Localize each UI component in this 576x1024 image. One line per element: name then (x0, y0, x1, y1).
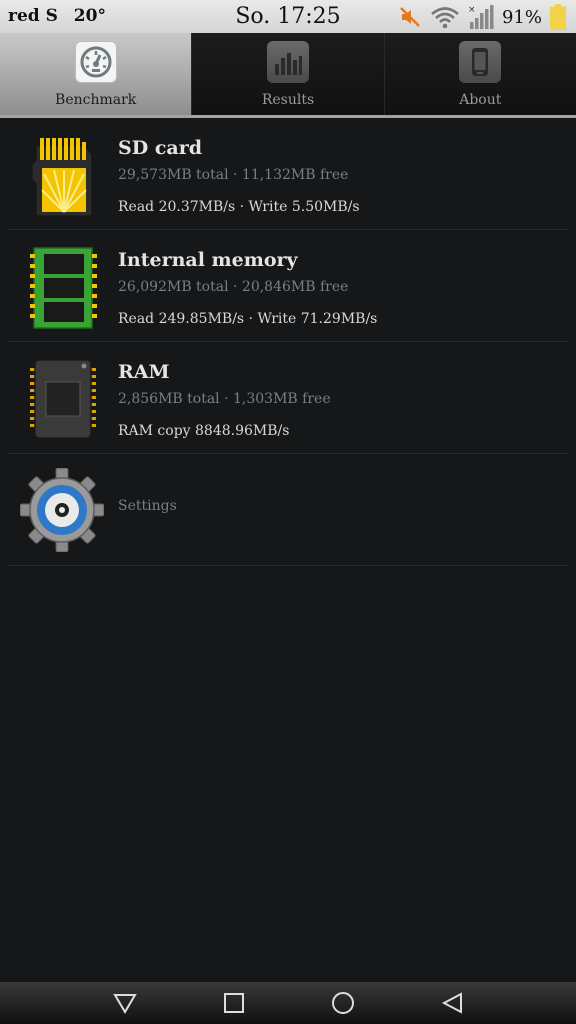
speedometer-icon (74, 41, 117, 83)
item-title: RAM (118, 361, 170, 383)
status-bar: red S 20° So. 17:25 × 91% (0, 0, 576, 33)
back-icon[interactable] (432, 983, 472, 1023)
wifi-icon (431, 7, 459, 29)
benchmark-list: SD card 29,573MB total · 11,132MB free R… (0, 118, 576, 566)
bar-chart-icon (266, 41, 309, 83)
item-title: Internal memory (118, 249, 298, 271)
notifications-down-icon[interactable] (105, 983, 145, 1023)
sd-card-icon (28, 134, 100, 218)
settings-label: Settings (118, 498, 177, 514)
tab-benchmark[interactable]: Benchmark (0, 33, 193, 115)
tab-bar: Benchmark Results About (0, 33, 576, 115)
svg-text:×: × (468, 5, 476, 15)
navigation-bar (0, 982, 576, 1024)
tab-label: Benchmark (55, 92, 137, 108)
tab-label: About (459, 92, 502, 108)
memory-chip-icon (28, 246, 100, 330)
item-stats: Read 20.37MB/s · Write 5.50MB/s (118, 199, 360, 215)
tab-about[interactable]: About (384, 33, 576, 115)
item-subtitle: 2,856MB total · 1,303MB free (118, 391, 331, 407)
battery-icon (550, 4, 566, 30)
recent-apps-icon[interactable] (214, 983, 254, 1023)
tab-results[interactable]: Results (192, 33, 385, 115)
item-stats: RAM copy 8848.96MB/s (118, 423, 290, 439)
item-title: SD card (118, 137, 202, 159)
phone-icon (459, 41, 502, 83)
list-item-ram[interactable]: RAM 2,856MB total · 1,303MB free RAM cop… (8, 342, 568, 454)
list-item-sd-card[interactable]: SD card 29,573MB total · 11,132MB free R… (8, 118, 568, 230)
list-item-internal-memory[interactable]: Internal memory 26,092MB total · 20,846M… (8, 230, 568, 342)
ram-chip-icon (28, 358, 100, 442)
status-icons: × 91% (398, 4, 566, 30)
muted-speaker-icon (400, 7, 420, 27)
item-subtitle: 26,092MB total · 20,846MB free (118, 279, 349, 295)
list-item-settings[interactable]: Settings (8, 454, 568, 566)
signal-icon: × (468, 5, 494, 29)
item-stats: Read 249.85MB/s · Write 71.29MB/s (118, 311, 378, 327)
battery-percent: 91% (501, 6, 542, 28)
item-subtitle: 29,573MB total · 11,132MB free (118, 167, 349, 183)
home-icon[interactable] (323, 983, 363, 1023)
tab-label: Results (261, 92, 315, 108)
gear-icon (19, 467, 105, 553)
